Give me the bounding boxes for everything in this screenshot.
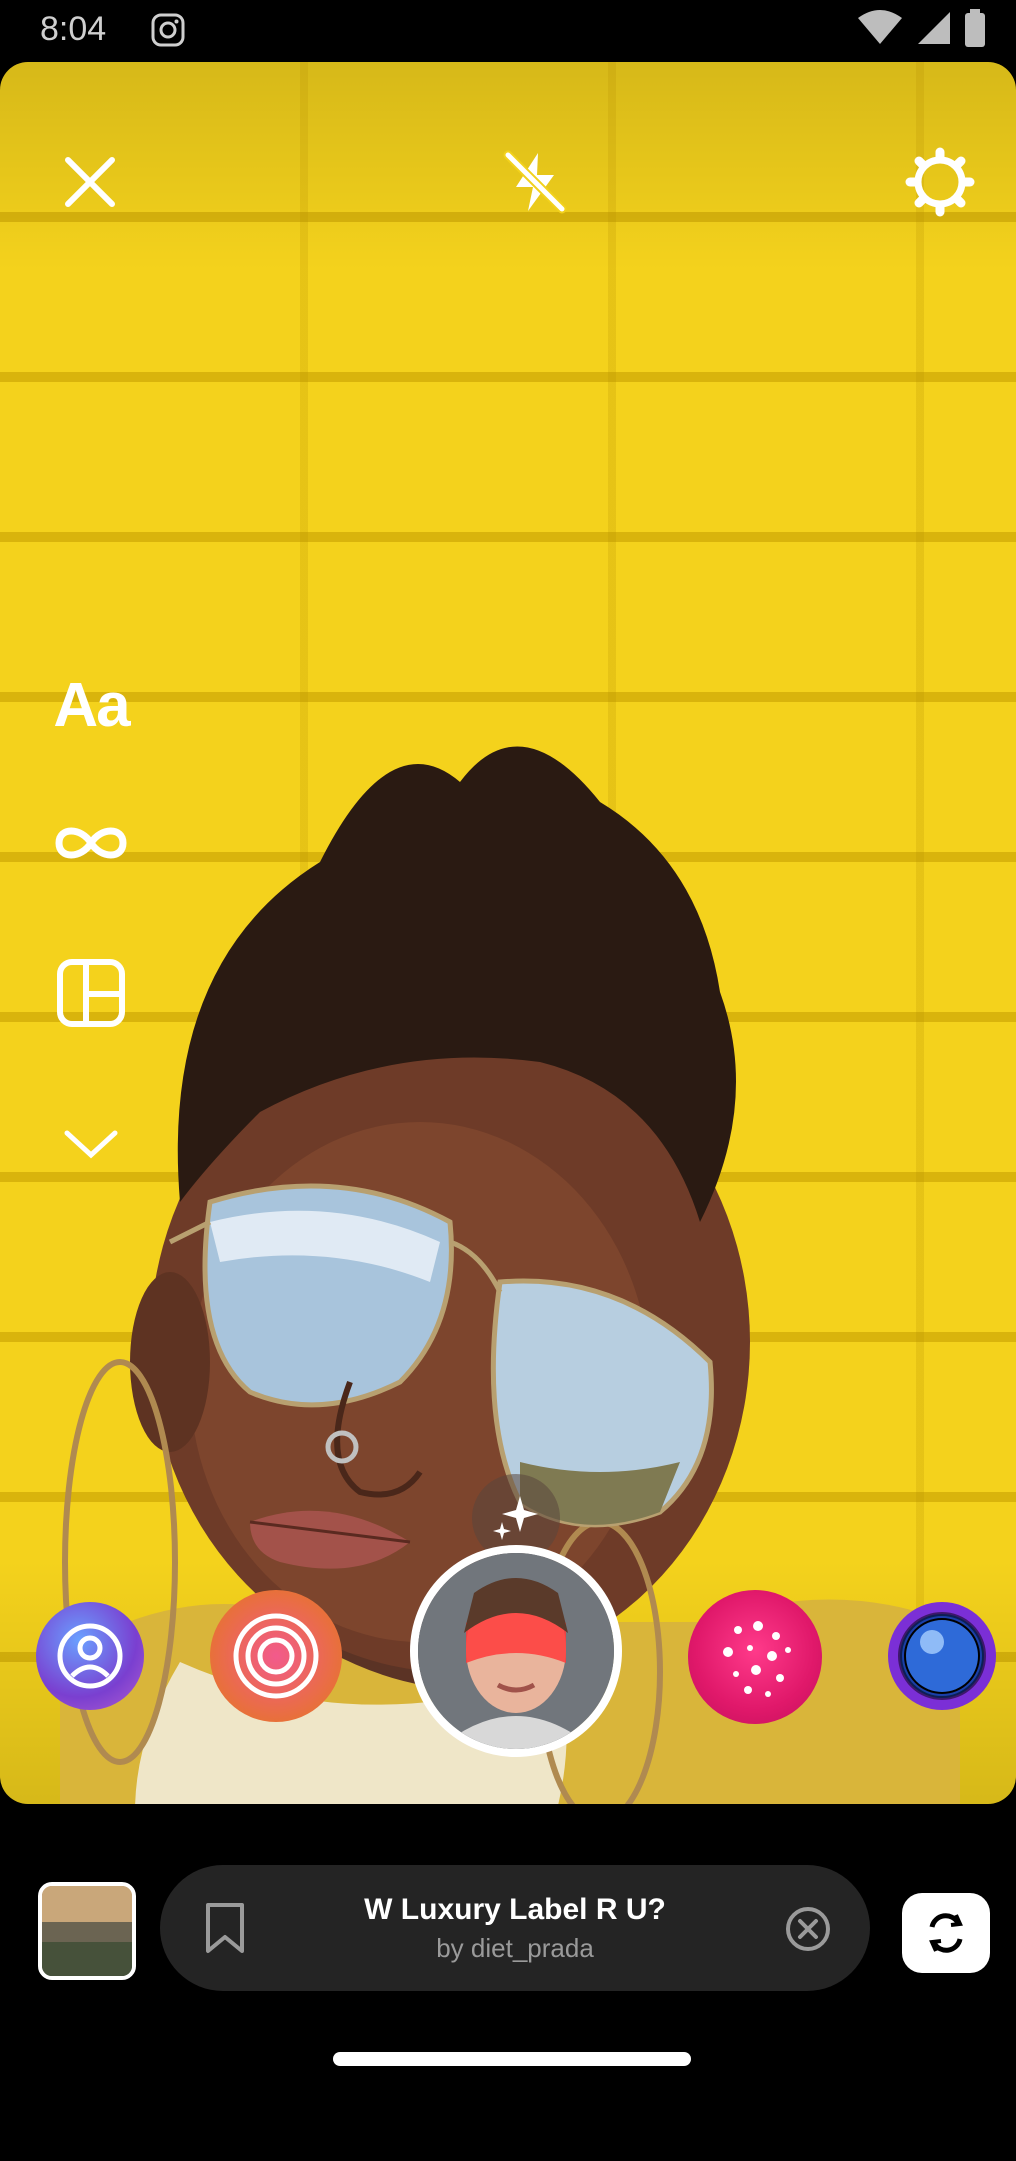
chevron-down-icon: [64, 1130, 118, 1159]
effect-author: by diet_prada: [436, 1933, 594, 1963]
wifi-icon: [858, 10, 902, 44]
capture-button[interactable]: [410, 1545, 622, 1757]
layout-tool[interactable]: [48, 950, 134, 1036]
gallery-preview-image: [42, 1886, 132, 1976]
create-text-tool[interactable]: Aa: [48, 662, 134, 748]
effect-rings[interactable]: [210, 1590, 342, 1722]
effect-pink-dots[interactable]: [688, 1590, 822, 1724]
active-effect-preview: [418, 1553, 614, 1749]
home-indicator[interactable]: [333, 2052, 691, 2066]
gallery-thumbnail-button[interactable]: [38, 1882, 136, 1980]
active-effect-info[interactable]: W Luxury Label R U? by diet_prada: [160, 1865, 870, 1991]
orb-icon: [898, 1612, 986, 1700]
rings-icon: [233, 1613, 319, 1699]
instagram-icon: [151, 13, 185, 47]
text-tool-label: Aa: [53, 670, 130, 740]
system-icons: [856, 8, 986, 48]
flash-off-icon: [503, 150, 567, 214]
flash-toggle-button[interactable]: [495, 142, 575, 222]
close-circle-icon[interactable]: [784, 1905, 832, 1953]
dots-icon: [723, 1621, 791, 1697]
gear-icon: [905, 147, 975, 217]
camera-settings-button[interactable]: [900, 142, 980, 222]
close-icon: [65, 157, 115, 207]
camera-viewfinder[interactable]: Aa: [0, 62, 1016, 1804]
battery-icon: [965, 9, 985, 47]
flip-camera-icon: [929, 1913, 963, 1953]
avatar-icon: [57, 1623, 123, 1689]
status-time: 8:04: [40, 10, 107, 48]
effect-title: W Luxury Label R U?: [364, 1893, 666, 1926]
boomerang-tool[interactable]: [48, 800, 134, 886]
effect-avatar[interactable]: [36, 1602, 144, 1710]
sparkle-icon: [493, 1496, 538, 1540]
effect-blue-orb[interactable]: [888, 1602, 996, 1710]
flip-camera-button[interactable]: [902, 1893, 990, 1973]
more-tools-button[interactable]: [48, 1100, 134, 1186]
status-bar: 8:04: [0, 0, 1016, 62]
layout-icon: [57, 959, 125, 1027]
signal-icon: [918, 12, 950, 44]
infinity-icon: [55, 827, 127, 859]
close-button[interactable]: [50, 142, 130, 222]
